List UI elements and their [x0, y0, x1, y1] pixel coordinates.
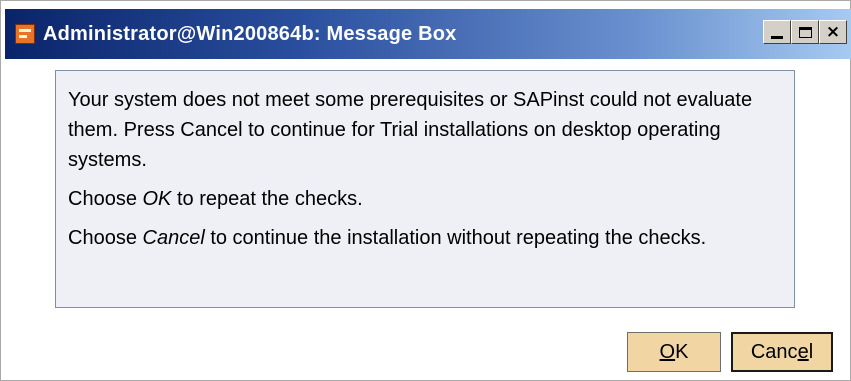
message-paragraph-3: Choose Cancel to continue the installati…: [68, 227, 707, 249]
maximize-button[interactable]: [791, 20, 819, 44]
close-button[interactable]: ×: [819, 20, 847, 44]
sapinst-icon: [15, 24, 35, 44]
ok-emphasis: OK: [142, 188, 172, 210]
ok-button[interactable]: OK: [627, 332, 721, 372]
message-box-window: Administrator@Win200864b: Message Box × …: [0, 0, 851, 381]
minimize-button[interactable]: [763, 20, 791, 44]
message-paragraph-1: Your system does not meet some prerequis…: [68, 89, 753, 171]
message-paragraph-2: Choose OK to repeat the checks.: [68, 188, 363, 210]
close-icon: ×: [825, 21, 841, 42]
cancel-mnemonic: e: [797, 340, 809, 363]
minimize-icon: [771, 35, 783, 39]
ok-mnemonic: O: [659, 340, 676, 363]
caption-buttons: ×: [763, 20, 847, 44]
button-row: OK Canc e l: [1, 332, 851, 372]
message-panel: Your system does not meet some prerequis…: [55, 70, 795, 308]
cancel-emphasis: Cancel: [142, 227, 205, 249]
maximize-icon: [798, 26, 812, 38]
window-title: Administrator@Win200864b: Message Box: [43, 22, 457, 45]
title-bar[interactable]: Administrator@Win200864b: Message Box ×: [5, 9, 851, 59]
cancel-button[interactable]: Canc e l: [731, 332, 833, 372]
